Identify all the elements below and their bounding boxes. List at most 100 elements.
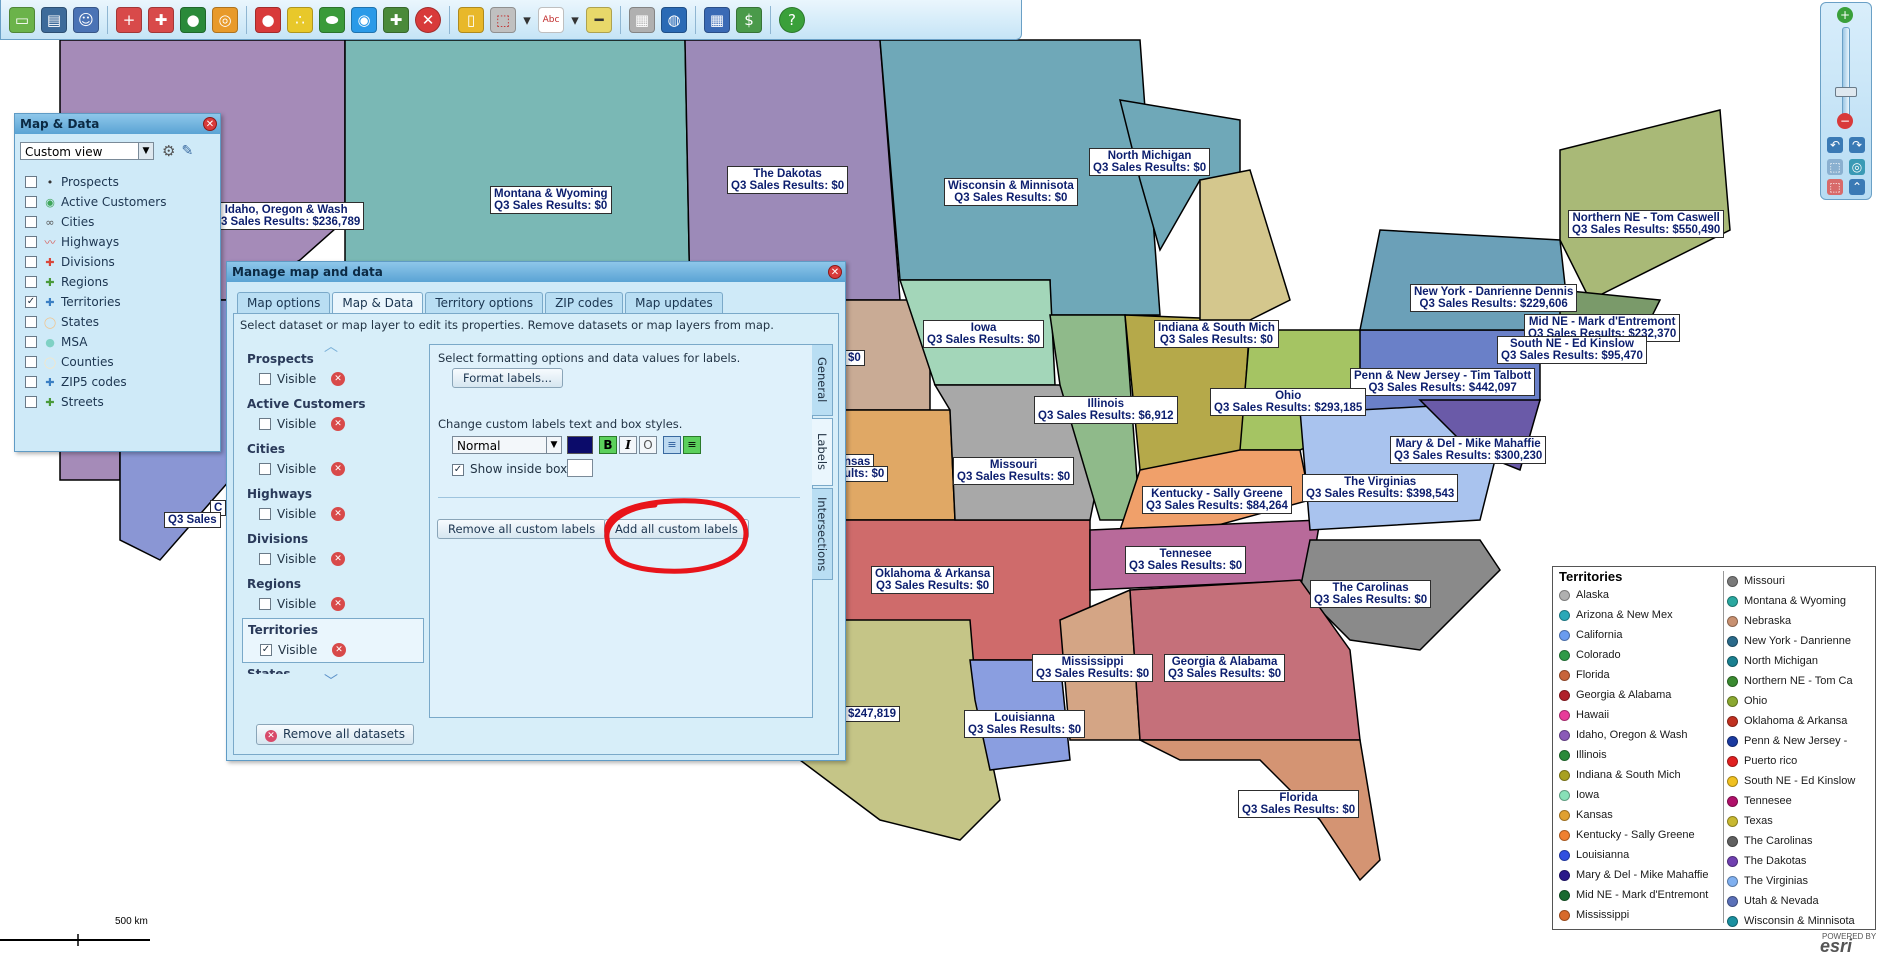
layer-checkbox[interactable] [25,356,37,368]
partial-territory-label[interactable]: $0 [844,350,865,366]
layer-checkbox[interactable] [25,256,37,268]
puzzle-regions-icon[interactable]: ✚ [148,6,174,33]
save-icon[interactable]: ▤ [41,6,67,33]
globe-icon[interactable]: ● [180,6,206,33]
territory-label[interactable]: Montana & Wyoming Q3 Sales Results: $0 [490,186,612,214]
select-area-icon[interactable]: ⬚ [490,6,516,33]
visible-checkbox[interactable] [259,508,271,520]
layer-item[interactable]: ✚ Streets [25,392,220,412]
chevron-down-icon[interactable]: ▼ [138,143,153,159]
collapse-up-icon[interactable]: ⌃ [1849,179,1865,195]
visible-checkbox[interactable] [259,463,271,475]
layer-item[interactable]: ◯ Counties [25,352,220,372]
dots-icon[interactable]: ● [255,6,281,33]
text-color-swatch[interactable] [567,436,593,454]
remove-icon[interactable]: ✕ [331,552,345,566]
web-globe-icon[interactable]: ◍ [661,6,687,33]
open-folder-icon[interactable]: ▭ [9,6,35,33]
layer-item[interactable]: ◯ States [25,312,220,332]
territory-label[interactable]: North Michigan Q3 Sales Results: $0 [1089,148,1211,176]
format-labels-button[interactable]: Format labels... [452,368,563,388]
view-select[interactable]: Custom view ▼ [20,142,154,160]
remove-icon[interactable]: ✕ [331,597,345,611]
territory-label[interactable]: Ohio Q3 Sales Results: $293,185 [1210,388,1367,416]
zoom-box-icon[interactable]: ⬚ [1827,159,1843,175]
territory-label[interactable]: Mary & Del - Mike Mahaffie Q3 Sales Resul… [1390,436,1547,464]
zoom-in-icon[interactable]: + [1837,7,1853,23]
pan-back-icon[interactable]: ↶ [1827,137,1843,153]
visible-checkbox[interactable] [259,598,271,610]
layer-item[interactable]: ✚ ZIP5 codes [25,372,220,392]
territory-label[interactable]: Kentucky - Sally Greene Q3 Sales Results:… [1142,486,1292,514]
printer-icon[interactable]: ▦ [629,6,655,33]
align-left-button[interactable]: ≡ [663,436,681,454]
territory-label[interactable]: Georgia & Alabama Q3 Sales Results: $0 [1164,654,1286,682]
tools-icon[interactable]: ✎ [181,143,193,159]
zoom-extent-icon[interactable]: ⬚ [1827,179,1843,195]
territory-label[interactable]: South NE - Ed Kinslow Q3 Sales Results: $… [1497,336,1647,364]
people-icon[interactable]: ☺ [73,6,99,33]
show-inside-box-checkbox[interactable]: ✓ Show inside box [452,462,567,476]
layer-checkbox[interactable] [25,236,37,248]
layer-item[interactable]: ✓ ✚ Territories [25,292,220,312]
puzzle-territory-icon[interactable]: ✚ [383,6,409,33]
bubbles-icon[interactable]: ∴ [287,6,313,33]
layer-checkbox[interactable]: ✓ [25,296,37,308]
checkbox-icon[interactable]: ✓ [452,463,464,476]
oval-icon[interactable]: ⬬ [319,6,345,33]
dataset-item[interactable]: Divisions Visible ✕ [242,528,424,573]
style-select[interactable]: Normal ▼ [452,436,562,454]
chevron-down-icon[interactable]: ▼ [546,437,561,453]
remove-icon[interactable]: ✕ [332,643,346,657]
layer-item[interactable]: • Prospects [25,172,220,192]
box-color-swatch[interactable] [567,459,593,477]
layer-checkbox[interactable] [25,196,37,208]
territory-label[interactable]: Wisconsin & Minnisota Q3 Sales Results: $… [944,178,1078,206]
close-icon[interactable]: ✕ [828,265,842,279]
territory-label[interactable]: The Dakotas Q3 Sales Results: $0 [727,166,849,194]
pan-forward-icon[interactable]: ↷ [1849,137,1865,153]
tab-zip-codes[interactable]: ZIP codes [545,292,624,313]
territory-label[interactable]: Missouri Q3 Sales Results: $0 [953,457,1075,485]
territory-label[interactable]: Louisianna Q3 Sales Results: $0 [964,710,1086,738]
visible-checkbox[interactable] [259,373,271,385]
territory-label[interactable]: The Virginias Q3 Sales Results: $398,543 [1302,474,1459,502]
close-icon[interactable]: ✕ [203,117,217,131]
partial-territory-label[interactable]: ults: $0 [840,466,889,482]
territory-label[interactable]: Tennesee Q3 Sales Results: $0 [1125,546,1247,574]
layer-item[interactable]: ◉ Active Customers [25,192,220,212]
visible-checkbox[interactable]: ✓ [260,644,272,656]
territory-label[interactable]: The Carolinas Q3 Sales Results: $0 [1310,580,1432,608]
layer-checkbox[interactable] [25,316,37,328]
zoom-slider-handle[interactable] [1835,87,1857,97]
layer-checkbox[interactable] [25,376,37,388]
territory-label[interactable]: Mississippi Q3 Sales Results: $0 [1032,654,1154,682]
ruler-icon[interactable]: ━ [586,6,612,33]
tab-territory-options[interactable]: Territory options [425,292,544,313]
layer-checkbox[interactable] [25,276,37,288]
target-icon[interactable]: ◎ [212,6,238,33]
territory-label[interactable]: Iowa Q3 Sales Results: $0 [923,320,1045,348]
visible-checkbox[interactable] [259,418,271,430]
tab-map-options[interactable]: Map options [237,292,331,313]
tab-map-updates[interactable]: Map updates [625,292,723,313]
calendar-icon[interactable]: ▦ [704,6,730,33]
zoom-full-icon[interactable]: ◎ [1849,159,1865,175]
territory-label[interactable]: Indiana & South Mich Q3 Sales Results: $0 [1154,320,1279,348]
layer-checkbox[interactable] [25,216,37,228]
territory-label[interactable]: Northern NE - Tom Caswell Q3 Sales Result… [1568,210,1725,238]
territory-label[interactable]: Florida Q3 Sales Results: $0 [1238,790,1360,818]
layer-item[interactable]: ✚ Divisions [25,252,220,272]
dataset-item[interactable]: Regions Visible ✕ [242,573,424,618]
side-tab-labels[interactable]: Labels [812,418,833,486]
remove-icon[interactable]: ✕ [415,6,441,33]
territory-label[interactable]: Penn & New Jersey - Tim Talbott Q3 Sales … [1350,368,1536,396]
dropdown-arrow-icon[interactable]: ▾ [522,7,532,33]
dataset-item[interactable]: Highways Visible ✕ [242,483,424,528]
layer-item[interactable]: ∞ Cities [25,212,220,232]
outline-button[interactable]: O [639,436,657,454]
territory-label[interactable]: Oklahoma & Arkansa Q3 Sales Results: $0 [871,566,995,594]
zoom-slider[interactable] [1842,27,1850,117]
layer-checkbox[interactable] [25,396,37,408]
remove-all-datasets-button[interactable]: ✕ Remove all datasets [256,724,414,745]
